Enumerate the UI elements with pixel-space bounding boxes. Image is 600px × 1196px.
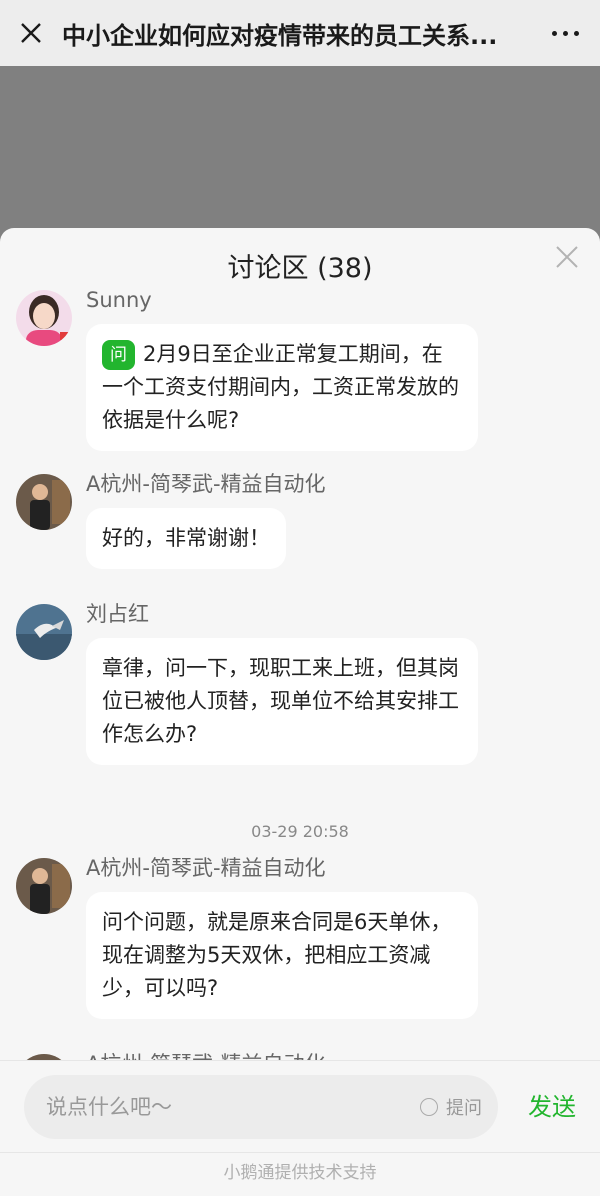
avatar[interactable] <box>16 474 72 530</box>
ask-question-label: 提问 <box>446 1098 482 1119</box>
close-panel-button[interactable] <box>552 242 582 272</box>
modal-backdrop[interactable] <box>0 66 600 246</box>
more-icon <box>551 30 579 36</box>
message-bubble[interactable]: 问 2月9日至企业正常复工期间，在一个工资支付期间内，工资正常发放的依据是什么呢? <box>86 324 478 451</box>
close-icon <box>556 246 578 268</box>
message-author: A杭州-简琴武-精益自动化 <box>86 856 326 880</box>
comment-input-bar: 提问 发送 <box>0 1060 600 1152</box>
message-author: Sunny <box>86 288 152 312</box>
message-text: 2月9日至企业正常复工期间，在一个工资支付期间内，工资正常发放的依据是什么呢? <box>102 342 459 432</box>
comment-input-box: 提问 <box>24 1075 498 1139</box>
question-tag: 问 <box>102 340 135 370</box>
ask-question-toggle[interactable]: 提问 <box>420 1075 482 1139</box>
message-list[interactable]: Sunny 问 2月9日至企业正常复工期间，在一个工资支付期间内，工资正常发放的依… <box>0 284 600 1060</box>
message-author: A杭州-简琴武-精益自动化 <box>86 472 326 496</box>
message-text: 问个问题，就是原来合同是6天单休，现在调整为5天双休，把相应工资减少，可以吗? <box>102 910 452 1000</box>
avatar[interactable] <box>16 604 72 660</box>
message-text: 好的，非常谢谢！ <box>102 526 270 550</box>
avatar[interactable] <box>16 858 72 914</box>
list-item: A杭州-简琴武-精益自动化 问个问题，就是原来合同是6天单休，现在调整为5天双休… <box>0 852 600 1048</box>
page-title: 中小企业如何应对疫情带来的员工关系... <box>62 21 498 50</box>
message-timestamp: 03-29 20:58 <box>251 822 349 841</box>
message-text: 章律，问一下，现职工来上班，但其岗位已被他人顶替，现单位不给其安排工作怎么办? <box>102 656 459 746</box>
send-button[interactable]: 发送 <box>528 1075 576 1139</box>
more-button[interactable] <box>530 0 600 66</box>
top-bar: 中小企业如何应对疫情带来的员工关系... <box>0 0 600 66</box>
radio-icon <box>420 1098 438 1116</box>
message-bubble[interactable]: 问个问题，就是原来合同是6天单休，现在调整为5天双休，把相应工资减少，可以吗? <box>86 892 478 1019</box>
list-item: Sunny 问 2月9日至企业正常复工期间，在一个工资支付期间内，工资正常发放的依… <box>0 284 600 468</box>
panel-header: 讨论区 (38) <box>0 228 600 292</box>
comment-input[interactable] <box>24 1075 394 1139</box>
message-bubble[interactable]: 章律，问一下，现职工来上班，但其岗位已被他人顶替，现单位不给其安排工作怎么办? <box>86 638 478 765</box>
list-item: 刘占红 章律，问一下，现职工来上班，但其岗位已被他人顶替，现单位不给其安排工作怎… <box>0 598 600 794</box>
message-bubble[interactable]: 好的，非常谢谢！ <box>86 508 286 569</box>
list-item: A杭州-简琴武-精益自动化 <box>0 1048 600 1060</box>
list-item: A杭州-简琴武-精益自动化 好的，非常谢谢！ <box>0 468 600 598</box>
close-icon <box>21 23 41 43</box>
close-page-button[interactable] <box>0 0 62 66</box>
avatar[interactable] <box>16 290 72 346</box>
discussion-panel: 讨论区 (38) Sunny 问 2月9日至企业正常复工期间，在一个工资支付期间内… <box>0 228 600 1196</box>
discussion-title: 讨论区 (38) <box>227 253 373 284</box>
message-author: A杭州-简琴武-精益自动化 <box>86 1048 326 1060</box>
powered-by-footer: 小鹅通提供技术支持 <box>0 1152 600 1196</box>
message-author: 刘占红 <box>86 602 149 626</box>
